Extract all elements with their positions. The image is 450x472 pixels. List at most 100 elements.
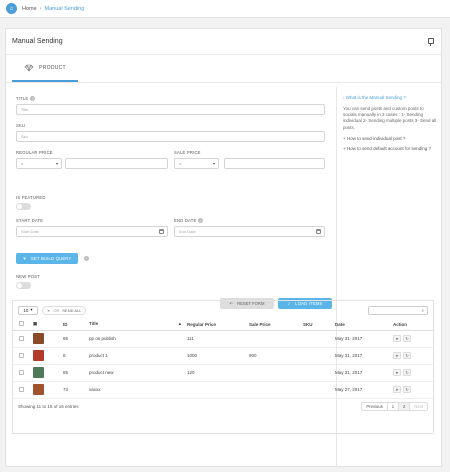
help-link-default-account[interactable]: + How to send default account for sendin… bbox=[343, 146, 438, 152]
row-checkbox-cell bbox=[13, 347, 31, 365]
breadcrumb-separator: › bbox=[39, 5, 42, 12]
history-icon[interactable]: ↻ bbox=[403, 386, 411, 393]
row-thumbnail-cell bbox=[31, 381, 61, 399]
help-icon: ? bbox=[198, 218, 204, 223]
pager-page-2[interactable]: 2 bbox=[398, 403, 410, 410]
cell-sale-price bbox=[247, 364, 301, 382]
help-link-individual[interactable]: + How to send individual post ? bbox=[343, 136, 438, 142]
send-icon[interactable]: ➤ bbox=[393, 352, 401, 359]
send-selected-button[interactable]: ➤ OR SEND ALL bbox=[42, 305, 87, 315]
history-icon[interactable]: ↻ bbox=[403, 352, 411, 359]
row-checkbox[interactable] bbox=[19, 386, 24, 392]
row-thumbnail-cell bbox=[31, 347, 61, 365]
tab-product[interactable]: PRODUCT bbox=[12, 55, 78, 82]
cell-regular-price: 111 bbox=[185, 330, 247, 348]
title-label: TITLE? bbox=[16, 96, 36, 101]
col-sale-price[interactable]: Sale Price bbox=[247, 319, 301, 331]
pin-icon[interactable] bbox=[427, 37, 434, 46]
row-checkbox[interactable] bbox=[19, 369, 24, 375]
product-thumbnail bbox=[33, 383, 44, 395]
help-icon: ? bbox=[30, 96, 36, 101]
breadcrumb-home[interactable]: Home bbox=[22, 6, 37, 12]
cell-sku bbox=[301, 364, 333, 382]
end-date-input[interactable]: End Date bbox=[174, 226, 325, 237]
cell-sku bbox=[301, 330, 333, 348]
cell-sale-price bbox=[247, 381, 301, 399]
posts-table: 10 ▾ ➤ OR SEND ALL ⌕ ▣ ID Title ▴ Regular … bbox=[12, 300, 434, 434]
select-all-checkbox[interactable] bbox=[19, 321, 24, 327]
row-thumbnail-cell bbox=[31, 330, 61, 348]
image-column-icon: ▣ bbox=[33, 321, 38, 327]
table-toolbar: 10 ▾ ➤ OR SEND ALL ⌕ bbox=[13, 301, 433, 319]
col-title[interactable]: Title ▴ bbox=[87, 319, 185, 331]
product-thumbnail bbox=[33, 366, 44, 378]
pager-next[interactable]: Next bbox=[409, 403, 427, 410]
row-checkbox[interactable] bbox=[19, 335, 24, 341]
calendar-icon bbox=[316, 229, 321, 234]
cell-date: May 31, 2017 bbox=[333, 347, 391, 365]
tab-bar: PRODUCT bbox=[6, 55, 441, 83]
calendar-icon bbox=[159, 229, 164, 234]
new-post-toggle[interactable] bbox=[16, 282, 31, 289]
history-icon[interactable]: ↻ bbox=[403, 335, 411, 342]
cell-sku bbox=[301, 347, 333, 365]
sku-input[interactable]: Sku bbox=[16, 131, 325, 142]
table-header-row: ▣ ID Title ▴ Regular Price Sale Price SKU… bbox=[13, 319, 433, 331]
table-row[interactable]: 73 vaxxx May 27, 2017 ➤ ↻ bbox=[13, 381, 433, 399]
product-thumbnail bbox=[33, 332, 44, 344]
send-icon[interactable]: ➤ bbox=[393, 369, 401, 376]
sku-label: SKU bbox=[16, 123, 26, 128]
breadcrumb-current: Manual Sending bbox=[44, 5, 85, 12]
search-input[interactable]: ⌕ bbox=[368, 305, 428, 315]
help-heading[interactable]: › What is the Manual Sending ? bbox=[343, 95, 438, 100]
home-icon[interactable]: ⌂ bbox=[6, 3, 17, 14]
cell-action: ➤ ↻ bbox=[391, 364, 433, 382]
sale-price-input[interactable] bbox=[224, 158, 325, 169]
help-icon: ? bbox=[84, 256, 89, 261]
cell-id: 85 bbox=[61, 364, 87, 382]
regular-price-input[interactable] bbox=[65, 158, 168, 169]
cell-action: ➤ ↻ bbox=[391, 381, 433, 399]
row-checkbox[interactable] bbox=[19, 352, 24, 358]
cell-title: pp on publish bbox=[87, 330, 185, 348]
is-featured-label: IS FEATURED bbox=[16, 195, 46, 200]
set-build-query-button[interactable]: ▼ SET BUILD QUERY bbox=[16, 253, 78, 264]
send-or-label: OR bbox=[53, 307, 60, 313]
pager-page-1[interactable]: 1 bbox=[386, 403, 398, 410]
col-id[interactable]: ID bbox=[61, 319, 87, 331]
product-thumbnail bbox=[33, 349, 44, 361]
cell-title: vaxxx bbox=[87, 381, 185, 399]
cell-title: product 1 bbox=[87, 347, 185, 365]
table-row[interactable]: 8 product 1 1000 900 May 31, 2017 ➤ ↻ bbox=[13, 347, 433, 365]
diamond-icon bbox=[24, 64, 34, 71]
row-checkbox-cell bbox=[13, 381, 31, 399]
send-icon[interactable]: ➤ bbox=[393, 335, 401, 342]
send-all-label: SEND ALL bbox=[62, 307, 82, 313]
is-featured-toggle[interactable] bbox=[16, 203, 31, 210]
col-date[interactable]: Date bbox=[333, 319, 391, 331]
sale-price-operator[interactable]: = ▾ bbox=[174, 158, 219, 169]
pager-previous[interactable]: Previous bbox=[362, 403, 386, 410]
page-size-select[interactable]: 10 ▾ bbox=[18, 305, 38, 315]
cell-date: May 27, 2017 bbox=[333, 381, 391, 399]
regular-price-operator[interactable]: = ▾ bbox=[16, 158, 62, 169]
cell-sale-price bbox=[247, 330, 301, 348]
table-row[interactable]: 85 product new 120 May 31, 2017 ➤ ↻ bbox=[13, 364, 433, 382]
regular-price-label: REGULAR PRICE bbox=[16, 150, 53, 155]
title-input[interactable]: Title bbox=[16, 104, 325, 115]
history-icon[interactable]: ↻ bbox=[403, 369, 411, 376]
col-action: Action bbox=[391, 319, 433, 331]
caret-down-icon: ▾ bbox=[30, 307, 33, 312]
breadcrumb-bar: ⌂ Home › Manual Sending bbox=[0, 0, 450, 18]
col-regular-price[interactable]: Regular Price bbox=[185, 319, 247, 331]
send-icon[interactable]: ➤ bbox=[393, 386, 401, 393]
cell-sale-price: 900 bbox=[247, 347, 301, 365]
table-row[interactable]: 86 pp on publish 111 May 31, 2017 ➤ ↻ bbox=[13, 330, 433, 348]
start-date-input[interactable]: Start Date bbox=[16, 226, 168, 237]
col-sku[interactable]: SKU bbox=[301, 319, 333, 331]
search-icon: ⌕ bbox=[421, 307, 424, 313]
cell-date: May 31, 2017 bbox=[333, 330, 391, 348]
tab-label: PRODUCT bbox=[39, 64, 66, 71]
pagination: Previous 1 2 Next bbox=[361, 402, 428, 411]
caret-down-icon: ▾ bbox=[55, 161, 58, 166]
